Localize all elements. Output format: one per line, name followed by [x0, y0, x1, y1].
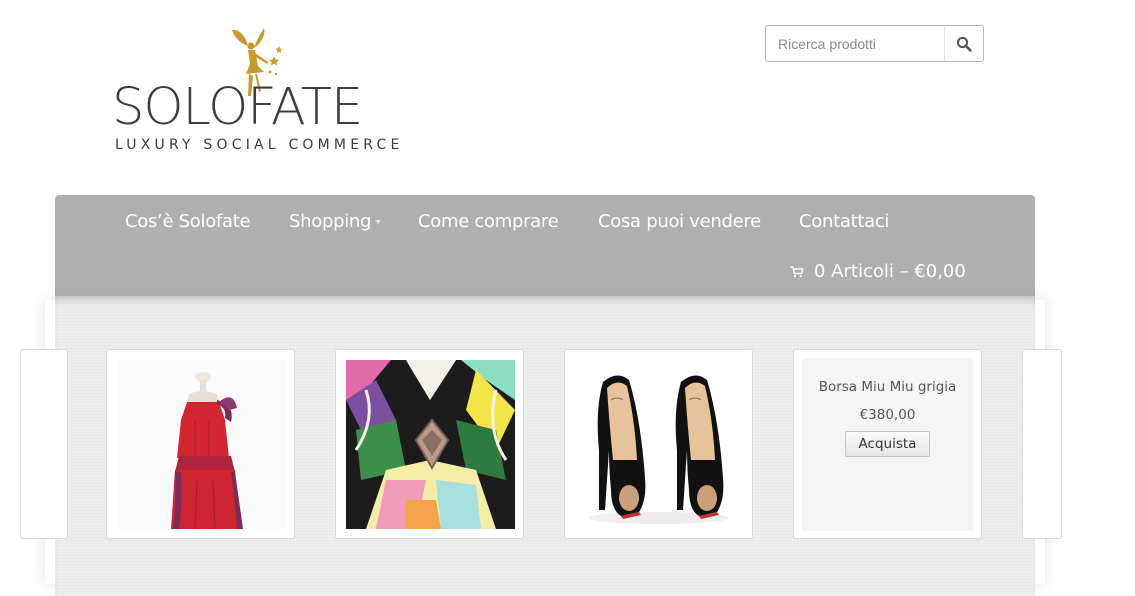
nav-item-about[interactable]: Cos’è Solofate — [125, 210, 251, 234]
logo-tagline: LUXURY SOCIAL COMMERCE — [115, 137, 404, 153]
product-info-overlay: Borsa Miu Miu grigia €380,00 Acquista — [802, 358, 973, 531]
chevron-down-icon — [375, 220, 382, 224]
product-card[interactable] — [106, 349, 295, 539]
nav-item-contact[interactable]: Contattaci — [799, 210, 889, 234]
logo-wordmark: SOLOFATE — [112, 78, 363, 137]
search-button[interactable] — [944, 26, 983, 61]
cart-link[interactable]: 0 Articoli – €0,00 — [790, 260, 966, 284]
nav-item-how-to-buy[interactable]: Come comprare — [418, 210, 559, 234]
product-image-black-heels[interactable] — [575, 360, 744, 529]
search-icon — [956, 36, 972, 52]
cart-summary: 0 Articoli – €0,00 — [814, 261, 966, 282]
nav-item-shopping[interactable]: Shopping — [289, 210, 382, 234]
site-logo[interactable]: SOLOFATE LUXURY SOCIAL COMMERCE — [112, 26, 404, 156]
search-box — [765, 25, 984, 62]
product-card[interactable]: Borsa Miu Miu grigia €380,00 Acquista — [793, 349, 982, 539]
product-card-partial-right[interactable] — [1022, 349, 1062, 539]
product-image-red-dress[interactable] — [117, 360, 286, 529]
product-image-printed-dress[interactable] — [346, 360, 515, 529]
nav-item-label: Shopping — [289, 211, 372, 232]
product-title[interactable]: Borsa Miu Miu grigia — [802, 379, 973, 395]
nav-item-what-to-sell[interactable]: Cosa puoi vendere — [598, 210, 761, 234]
main-navigation: Cos’è Solofate Shopping Come comprare Co… — [55, 195, 1035, 296]
cart-icon — [790, 266, 804, 278]
product-card[interactable] — [335, 349, 524, 539]
product-price: €380,00 — [859, 407, 916, 423]
product-card-partial-left[interactable] — [20, 349, 68, 539]
buy-button[interactable]: Acquista — [844, 431, 931, 457]
product-card[interactable] — [564, 349, 753, 539]
search-input[interactable] — [778, 34, 943, 54]
